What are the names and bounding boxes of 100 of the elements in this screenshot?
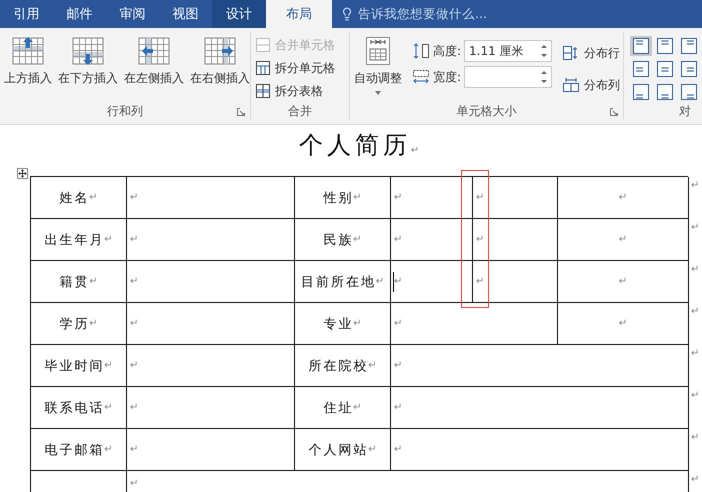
paragraph-mark: ↵ [394, 234, 402, 245]
align-button[interactable] [654, 82, 676, 102]
table-cell[interactable]: 所在院校↵ [295, 345, 391, 387]
align-icon [680, 37, 698, 55]
group-label: 对 [678, 103, 691, 120]
merge-button[interactable]: 拆分表格 [255, 80, 335, 102]
group-label: 行和列 [107, 103, 143, 120]
table-cell[interactable]: 联系电话↵ [31, 387, 127, 429]
align-button[interactable] [630, 59, 652, 79]
paragraph-mark: ↵ [394, 360, 402, 371]
align-button[interactable] [654, 36, 676, 56]
ribbon-tab[interactable]: 布局 [266, 0, 332, 28]
cell-label: 籍贯 [59, 274, 90, 290]
table-insert-icon [72, 36, 104, 66]
ribbon-tab[interactable]: 邮件 [53, 0, 106, 28]
dialog-launcher-icon[interactable] [237, 108, 245, 116]
align-button[interactable] [630, 36, 652, 56]
insert-button[interactable]: 在下方插入 [58, 34, 118, 87]
spinner-icon[interactable] [541, 70, 548, 84]
dialog-launcher-icon[interactable] [610, 108, 618, 116]
split-cells-icon [255, 60, 271, 76]
table-cell[interactable]: 毕业时间↵ [31, 345, 127, 387]
table-cell[interactable]: 学历↵ [31, 303, 127, 345]
table-insert-icon [138, 36, 170, 66]
paragraph-mark: ↵ [353, 234, 362, 245]
ribbon-tab[interactable]: 审阅 [106, 0, 159, 28]
autofit-button[interactable]: 自动调整 [354, 34, 402, 95]
table-cell[interactable]: 姓名↵ [31, 177, 127, 219]
merge-button[interactable]: 拆分单元格 [255, 57, 335, 79]
row-height-icon [412, 43, 430, 59]
align-button[interactable] [678, 59, 700, 79]
paragraph-mark: ↵ [89, 276, 98, 287]
paragraph-mark: ↵ [376, 276, 384, 287]
lightbulb-icon [340, 7, 354, 21]
paragraph-mark: ↵ [130, 234, 138, 245]
paragraph-mark: ↵ [89, 318, 98, 329]
cell-label: 毕业时间 [44, 358, 104, 374]
split-cells-icon [255, 83, 271, 99]
table-cell[interactable]: 专业↵ [295, 303, 391, 345]
table-cell[interactable]: 性别↵ [295, 177, 391, 219]
cell-label: 所在院校 [308, 358, 368, 374]
row-end-mark: ↵ [691, 390, 700, 401]
insert-button[interactable]: 在右侧插入 [190, 34, 250, 87]
paragraph-mark: ↵ [130, 444, 138, 455]
align-button[interactable] [678, 36, 700, 56]
align-icon [632, 37, 650, 55]
width-field[interactable] [464, 66, 552, 88]
row-end-mark: ↵ [691, 306, 700, 317]
cell-label: 电子邮箱 [44, 442, 104, 458]
table-cell[interactable]: 个人网站↵ [295, 429, 391, 471]
table-cell[interactable]: 目前所在地↵ [295, 261, 391, 303]
group-label: 合并 [288, 103, 312, 120]
paragraph-mark: ↵ [476, 276, 484, 287]
distribute-button[interactable]: 分布列 [562, 74, 620, 96]
table-cell[interactable]: 民族↵ [295, 219, 391, 261]
paragraph-mark: ↵ [130, 360, 138, 371]
align-icon [680, 60, 698, 78]
cell-label: 出生年月 [44, 232, 104, 248]
align-icon [656, 83, 674, 101]
table-cell[interactable]: 籍贯↵ [31, 261, 127, 303]
table-cell[interactable]: 住址↵ [295, 387, 391, 429]
align-icon [632, 83, 650, 101]
paragraph-mark: ↵ [130, 276, 138, 287]
paragraph-mark: ↵ [618, 234, 628, 245]
row-end-mark: ↵ [691, 348, 700, 359]
distribute-button[interactable]: 分布行 [562, 42, 620, 64]
paragraph-mark: ↵ [130, 192, 138, 203]
paragraph-mark: ↵ [89, 192, 98, 203]
cell-label: 专业 [323, 316, 354, 332]
align-button[interactable] [654, 59, 676, 79]
paragraph-mark: ↵ [394, 402, 402, 413]
tell-me-field[interactable]: 告诉我您想要做什么... [358, 6, 487, 22]
align-button[interactable] [630, 82, 652, 102]
paragraph-mark: ↵ [476, 234, 484, 245]
width-label: 宽度: [433, 68, 462, 86]
align-button[interactable] [678, 82, 700, 102]
ribbon-tab[interactable]: 设计 [212, 0, 266, 28]
row-end-mark: ↵ [691, 432, 700, 443]
table-move-handle-icon[interactable] [17, 168, 28, 179]
cell-label: 目前所在地 [300, 274, 376, 290]
insert-button[interactable]: 在左侧插入 [124, 34, 184, 87]
row-end-mark: ↵ [691, 222, 700, 233]
ribbon-tab[interactable]: 引用 [0, 0, 53, 28]
merge-cells-icon [255, 37, 271, 53]
table-cell[interactable]: 电子邮箱↵ [31, 429, 127, 471]
table-cell[interactable]: 出生年月↵ [31, 219, 127, 261]
paragraph-mark: ↵ [353, 192, 362, 203]
caret-icon [375, 91, 381, 95]
height-field[interactable]: 1.11 厘米 [464, 40, 552, 62]
paragraph-mark: ↵ [353, 402, 362, 413]
align-icon [632, 60, 650, 78]
paragraph-mark: ↵ [394, 276, 402, 287]
paragraph-mark: ↵ [394, 444, 402, 455]
cell-label: 性别 [323, 190, 354, 206]
paragraph-mark: ↵ [410, 145, 420, 156]
ribbon-tab[interactable]: 视图 [159, 0, 212, 28]
table-insert-icon [12, 36, 44, 66]
insert-button[interactable]: 上方插入 [4, 34, 52, 87]
spinner-icon[interactable] [541, 44, 548, 58]
cell-label: 住址 [323, 400, 354, 416]
